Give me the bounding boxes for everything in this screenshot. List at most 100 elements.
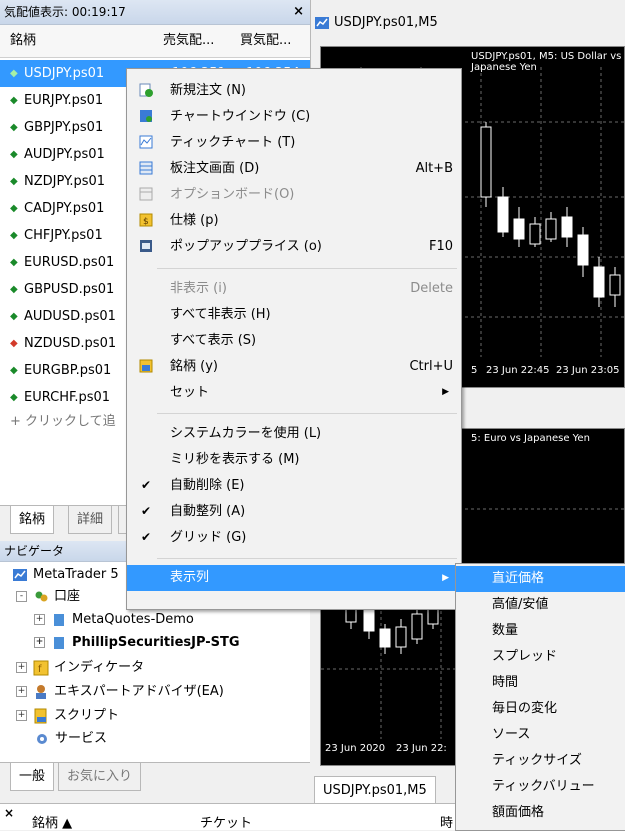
chart-window-title[interactable]: USDJPY.ps01,M5 [314,12,438,34]
menu-item-popup-prices[interactable]: ポップアッププライス (o) F10 [127,235,461,258]
tree-item-services[interactable]: サービス [34,728,107,750]
collapse-icon[interactable]: - [16,591,27,602]
submenu-item-last-price[interactable]: 直近価格 [456,566,625,592]
expand-icon[interactable]: + [34,614,45,625]
tree-item-indicators[interactable]: + f インディケータ [16,657,144,679]
menu-label: システムカラーを使用 (L) [170,426,322,441]
close-icon[interactable]: × [293,0,304,24]
menu-label: 自動削除 (E) [170,478,245,493]
submenu-item-source[interactable]: ソース [456,722,625,748]
menu-shortcut: F10 [428,239,453,254]
time-label: 23 Jun 22:45 [486,365,550,376]
menu-item-hide-all[interactable]: すべて非表示 (H) [127,303,461,326]
menu-item-milliseconds[interactable]: ミリ秒を表示する (M) [127,448,461,471]
close-icon[interactable]: × [4,806,14,820]
tree-label: MetaQuotes-Demo [72,612,194,627]
menu-item-hide[interactable]: 非表示 (i) Delete [127,277,461,300]
menu-item-grid[interactable]: ✔ グリッド (G) [127,526,461,549]
symbol-name: AUDJPY.ps01 [24,147,105,162]
tree-item-accounts[interactable]: - 口座 [16,586,80,608]
menu-item-tick-chart[interactable]: ティックチャート (T) [127,131,461,154]
checkmark-icon: ✔ [141,478,152,492]
up-arrow-icon: ◆ [10,149,18,160]
market-watch-title: 気配値表示: 00:19:17 [4,5,126,19]
menu-label: 時間 [492,675,519,690]
navigator-title: ナビゲータ [4,544,65,558]
menu-item-specification[interactable]: $ 仕様 (p) [127,209,461,232]
menu-separator [157,558,457,559]
menu-item-depth-of-market[interactable]: 板注文画面 (D) Alt+B [127,157,461,180]
submenu-item-tick-size[interactable]: ティックサイズ [456,748,625,774]
submenu-item-volume[interactable]: 数量 [456,618,625,644]
menu-item-chart-window[interactable]: チャートウインドウ (C) [127,105,461,128]
column-header-ask[interactable]: 買気配... [240,25,291,57]
option-board-icon [139,187,153,201]
menu-label: ティックチャート (T) [170,135,296,150]
service-gear-icon [37,733,47,744]
menu-separator [157,268,457,269]
expert-advisor-icon [36,684,46,699]
up-arrow-icon: ◆ [10,176,18,187]
tree-item-scripts[interactable]: + スクリプト [16,705,119,727]
menu-label: ミリ秒を表示する (M) [170,452,300,467]
tree-label: インディケータ [54,660,145,675]
column-header-ticket[interactable]: チケット [200,812,252,831]
menu-item-auto-remove[interactable]: ✔ 自動削除 (E) [127,474,461,497]
symbol-name: EURJPY.ps01 [24,93,104,108]
columns-submenu: 直近価格 高値/安値 数量 スプレッド 時間 毎日の変化 ソース ティックサイズ… [455,563,625,831]
column-header-time[interactable]: 時 [440,812,453,831]
tab-general[interactable]: 一般 [10,763,55,791]
up-arrow-icon: ◆ [10,365,18,376]
menu-item-show-all[interactable]: すべて表示 (S) [127,329,461,352]
submenu-item-face-value[interactable]: 額面価格 [456,800,625,826]
tree-item-root[interactable]: MetaTrader 5 [12,564,119,586]
add-symbol-row[interactable]: + クリックして追 [10,408,116,435]
tree-item-experts[interactable]: + エキスパートアドバイザ(EA) [16,681,224,703]
market-watch-title-bar: 気配値表示: 00:19:17 × [0,0,310,25]
symbol-name: AUDUSD.ps01 [24,309,116,324]
submenu-item-tick-value[interactable]: ティックバリュー [456,774,625,800]
tab-symbols[interactable]: 銘柄 [10,506,55,534]
up-arrow-icon: ◆ [10,95,18,106]
up-arrow-icon: ◆ [10,230,18,241]
menu-item-option-board[interactable]: オプションボード(O) [127,183,461,206]
tree-item-account-phillip[interactable]: + PhillipSecuritiesJP-STG [34,632,240,654]
menu-label: すべて表示 (S) [170,333,257,348]
tab-favorites[interactable]: お気に入り [58,763,142,791]
menu-shortcut: Delete [410,281,453,296]
symbol-name: NZDJPY.ps01 [24,174,106,189]
tree-label: PhillipSecuritiesJP-STG [72,635,240,650]
symbols-icon [139,359,153,373]
indicators-icon: f [33,660,49,675]
menu-item-system-colors[interactable]: システムカラーを使用 (L) [127,422,461,445]
menu-item-sets[interactable]: セット ▶ [127,381,461,404]
column-header-bid[interactable]: 売気配... [163,25,214,57]
column-header-symbol[interactable]: 銘柄 [10,25,36,57]
svg-text:f: f [38,664,42,675]
menu-label: 表示列 [170,570,210,585]
menu-label: 数量 [492,623,519,638]
new-order-icon [139,83,153,97]
submenu-item-daily-change[interactable]: 毎日の変化 [456,696,625,722]
menu-item-new-order[interactable]: 新規注文 (N) [127,79,461,102]
down-arrow-icon: ◆ [10,338,18,349]
expand-icon[interactable]: + [16,710,27,721]
tree-item-account-demo[interactable]: + MetaQuotes-Demo [34,609,194,631]
column-header-symbol[interactable]: 銘柄 ▲ [32,812,72,831]
tab-details[interactable]: 詳細 [68,506,113,534]
menu-item-symbols[interactable]: 銘柄 (y) Ctrl+U [127,355,461,378]
expand-icon[interactable]: + [16,686,27,697]
chart-tab-usdjpy[interactable]: USDJPY.ps01,M5 [314,776,436,806]
up-arrow-icon: ◆ [10,122,18,133]
submenu-item-time[interactable]: 時間 [456,670,625,696]
chart-header: 5: Euro vs Japanese Yen [471,433,590,444]
menu-item-auto-arrange[interactable]: ✔ 自動整列 (A) [127,500,461,523]
up-arrow-icon: ◆ [10,284,18,295]
expand-icon[interactable]: + [16,662,27,673]
submenu-item-spread[interactable]: スプレッド [456,644,625,670]
account-icon [54,636,64,649]
menu-label: グリッド (G) [170,530,247,545]
menu-item-columns[interactable]: 表示列 ▶ [127,565,461,591]
expand-icon[interactable]: + [34,637,45,648]
submenu-item-high-low[interactable]: 高値/安値 [456,592,625,618]
